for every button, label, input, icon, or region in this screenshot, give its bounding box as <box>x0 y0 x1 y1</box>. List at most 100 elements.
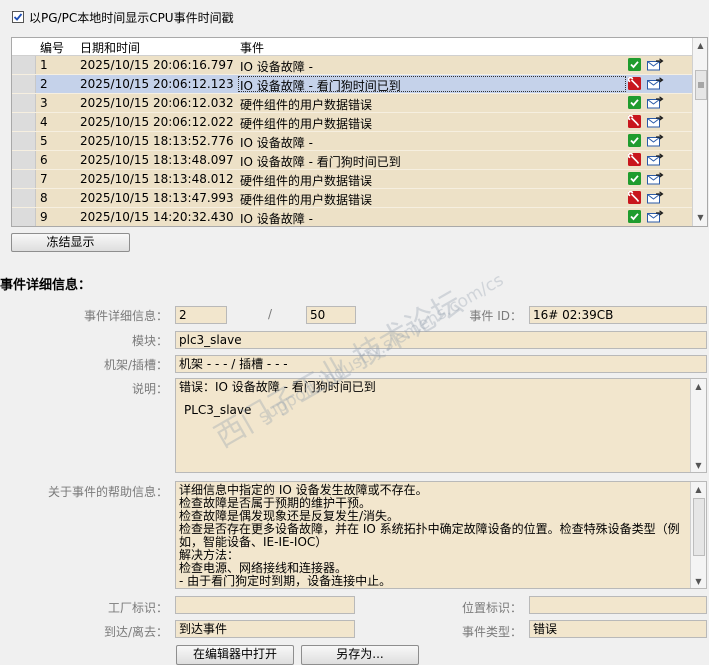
ok-check-icon <box>628 58 641 74</box>
row-number: 8 <box>40 191 48 205</box>
detail-total-field: 50 <box>306 306 356 324</box>
send-message-icon[interactable] <box>647 210 664 226</box>
table-row[interactable]: 7 2025/10/15 18:13:48.012 硬件组件的用户数据错误 <box>12 170 692 189</box>
details-heading: 事件详细信息： <box>0 278 92 293</box>
freeze-display-button[interactable]: 冻结显示 <box>11 233 130 252</box>
row-event: IO 设备故障 - <box>240 60 313 74</box>
table-row[interactable]: 2 2025/10/15 20:06:12.123 IO 设备故障 - 看门狗时间已… <box>12 75 692 94</box>
send-message-icon[interactable] <box>647 115 664 131</box>
local-time-checkbox-label: 以PG/PC本地时间显示CPU事件时间戳 <box>29 11 234 25</box>
detail-index-field[interactable]: 2 <box>175 306 227 324</box>
location-id-label: 位置标识： <box>461 601 522 615</box>
table-scrollbar[interactable]: ▲ ▼ <box>692 38 707 226</box>
module-field: plc3_slave <box>175 331 707 349</box>
send-message-icon[interactable] <box>647 172 664 188</box>
row-number: 1 <box>40 58 48 72</box>
row-datetime: 2025/10/15 18:13:48.097 <box>80 153 234 167</box>
row-number: 2 <box>40 77 48 91</box>
row-gutter <box>12 208 36 226</box>
error-wrench-icon <box>627 152 641 169</box>
row-datetime: 2025/10/15 20:06:12.123 <box>80 77 234 91</box>
scroll-down-icon[interactable]: ▼ <box>693 210 707 225</box>
row-number: 6 <box>40 153 48 167</box>
row-datetime: 2025/10/15 20:06:16.797 <box>80 58 234 72</box>
plant-id-label: 工厂标识： <box>107 601 168 615</box>
row-datetime: 2025/10/15 18:13:48.012 <box>80 172 234 186</box>
row-datetime: 2025/10/15 20:06:12.032 <box>80 96 234 110</box>
help-area[interactable]: 详细信息中指定的 IO 设备发生故障或不存在。 检查故障是否属于预期的维护干预。检… <box>175 481 707 589</box>
row-number: 5 <box>40 134 48 148</box>
send-message-icon[interactable] <box>647 153 664 169</box>
event-id-label: 事件 ID： <box>469 309 522 323</box>
event-type-field: 错误 <box>529 620 707 638</box>
detail-separator: / <box>268 307 273 321</box>
scroll-thumb[interactable] <box>695 70 707 100</box>
row-gutter <box>12 151 36 169</box>
row-number: 9 <box>40 210 48 224</box>
help-label: 关于事件的帮助信息： <box>47 485 168 499</box>
row-gutter <box>12 132 36 150</box>
event-id-field: 16# 02:39CB <box>529 306 707 324</box>
ok-check-icon <box>628 172 641 188</box>
description-scrollbar[interactable]: ▲ ▼ <box>690 379 706 472</box>
row-event: 硬件组件的用户数据错误 <box>240 117 373 131</box>
table-row[interactable]: 9 2025/10/15 14:20:32.430 IO 设备故障 - <box>12 208 692 226</box>
error-wrench-icon <box>627 190 641 207</box>
description-scroll-down-icon[interactable]: ▼ <box>691 458 706 472</box>
detail-info-label: 事件详细信息： <box>83 309 168 323</box>
row-event: 硬件组件的用户数据错误 <box>240 98 373 112</box>
description-line-2: PLC3_slave <box>184 403 252 417</box>
help-scroll-up-icon[interactable]: ▲ <box>691 482 706 496</box>
column-datetime-header[interactable]: 日期和时间 <box>80 39 140 56</box>
column-event-header[interactable]: 事件 <box>240 39 264 56</box>
error-wrench-icon <box>627 76 641 93</box>
table-row[interactable]: 6 2025/10/15 18:13:48.097 IO 设备故障 - 看门狗时间已… <box>12 151 692 170</box>
ok-check-icon <box>628 96 641 112</box>
rack-slot-label: 机架/插槽： <box>103 358 168 372</box>
focus-outline <box>238 76 626 92</box>
row-datetime: 2025/10/15 18:13:47.993 <box>80 191 234 205</box>
save-as-button[interactable]: 另存为... <box>301 645 419 665</box>
description-label: 说明： <box>131 382 168 396</box>
row-gutter <box>12 189 36 207</box>
help-line: - 由于看门狗定时到期，设备连接中止。 <box>179 574 392 588</box>
help-line: 如，智能设备、IE-IE-IOC） <box>179 535 328 549</box>
row-event: 硬件组件的用户数据错误 <box>240 193 373 207</box>
table-row[interactable]: 4 2025/10/15 20:06:12.022 硬件组件的用户数据错误 <box>12 113 692 132</box>
send-message-icon[interactable] <box>647 96 664 112</box>
table-row[interactable]: 5 2025/10/15 18:13:52.776 IO 设备故障 - <box>12 132 692 151</box>
scroll-up-icon[interactable]: ▲ <box>693 38 707 53</box>
description-area[interactable]: 错误：IO 设备故障 - 看门狗时间已到 PLC3_slave ▲ ▼ <box>175 378 707 473</box>
row-event: IO 设备故障 - <box>240 212 313 226</box>
row-number: 3 <box>40 96 48 110</box>
row-gutter <box>12 113 36 131</box>
description-scroll-up-icon[interactable]: ▲ <box>691 379 706 393</box>
open-in-editor-button[interactable]: 在编辑器中打开 <box>176 645 294 665</box>
row-gutter <box>12 75 36 93</box>
arrive-leave-field: 到达事件 <box>175 620 355 638</box>
column-number-header[interactable]: 编号 <box>40 39 64 56</box>
help-scroll-thumb[interactable] <box>693 498 705 556</box>
row-datetime: 2025/10/15 18:13:52.776 <box>80 134 234 148</box>
row-number: 7 <box>40 172 48 186</box>
row-event: IO 设备故障 - <box>240 136 313 150</box>
ok-check-icon <box>628 134 641 150</box>
local-time-checkbox[interactable] <box>12 11 24 23</box>
help-scroll-down-icon[interactable]: ▼ <box>691 574 706 588</box>
row-gutter <box>12 94 36 112</box>
row-event: IO 设备故障 - 看门狗时间已到 <box>240 155 401 169</box>
event-table: 编号 日期和时间 事件 1 2025/10/15 20:06:16.797 IO 设… <box>11 37 708 227</box>
send-message-icon[interactable] <box>647 134 664 150</box>
send-message-icon[interactable] <box>647 77 664 93</box>
ok-check-icon <box>628 210 641 226</box>
table-row[interactable]: 3 2025/10/15 20:06:12.032 硬件组件的用户数据错误 <box>12 94 692 113</box>
send-message-icon[interactable] <box>647 58 664 74</box>
table-row[interactable]: 8 2025/10/15 18:13:47.993 硬件组件的用户数据错误 <box>12 189 692 208</box>
location-id-field <box>529 596 707 614</box>
plant-id-field <box>175 596 355 614</box>
row-event: 硬件组件的用户数据错误 <box>240 174 373 188</box>
row-gutter <box>12 170 36 188</box>
table-row[interactable]: 1 2025/10/15 20:06:16.797 IO 设备故障 - <box>12 56 692 75</box>
help-scrollbar[interactable]: ▲ ▼ <box>690 482 706 588</box>
send-message-icon[interactable] <box>647 191 664 207</box>
